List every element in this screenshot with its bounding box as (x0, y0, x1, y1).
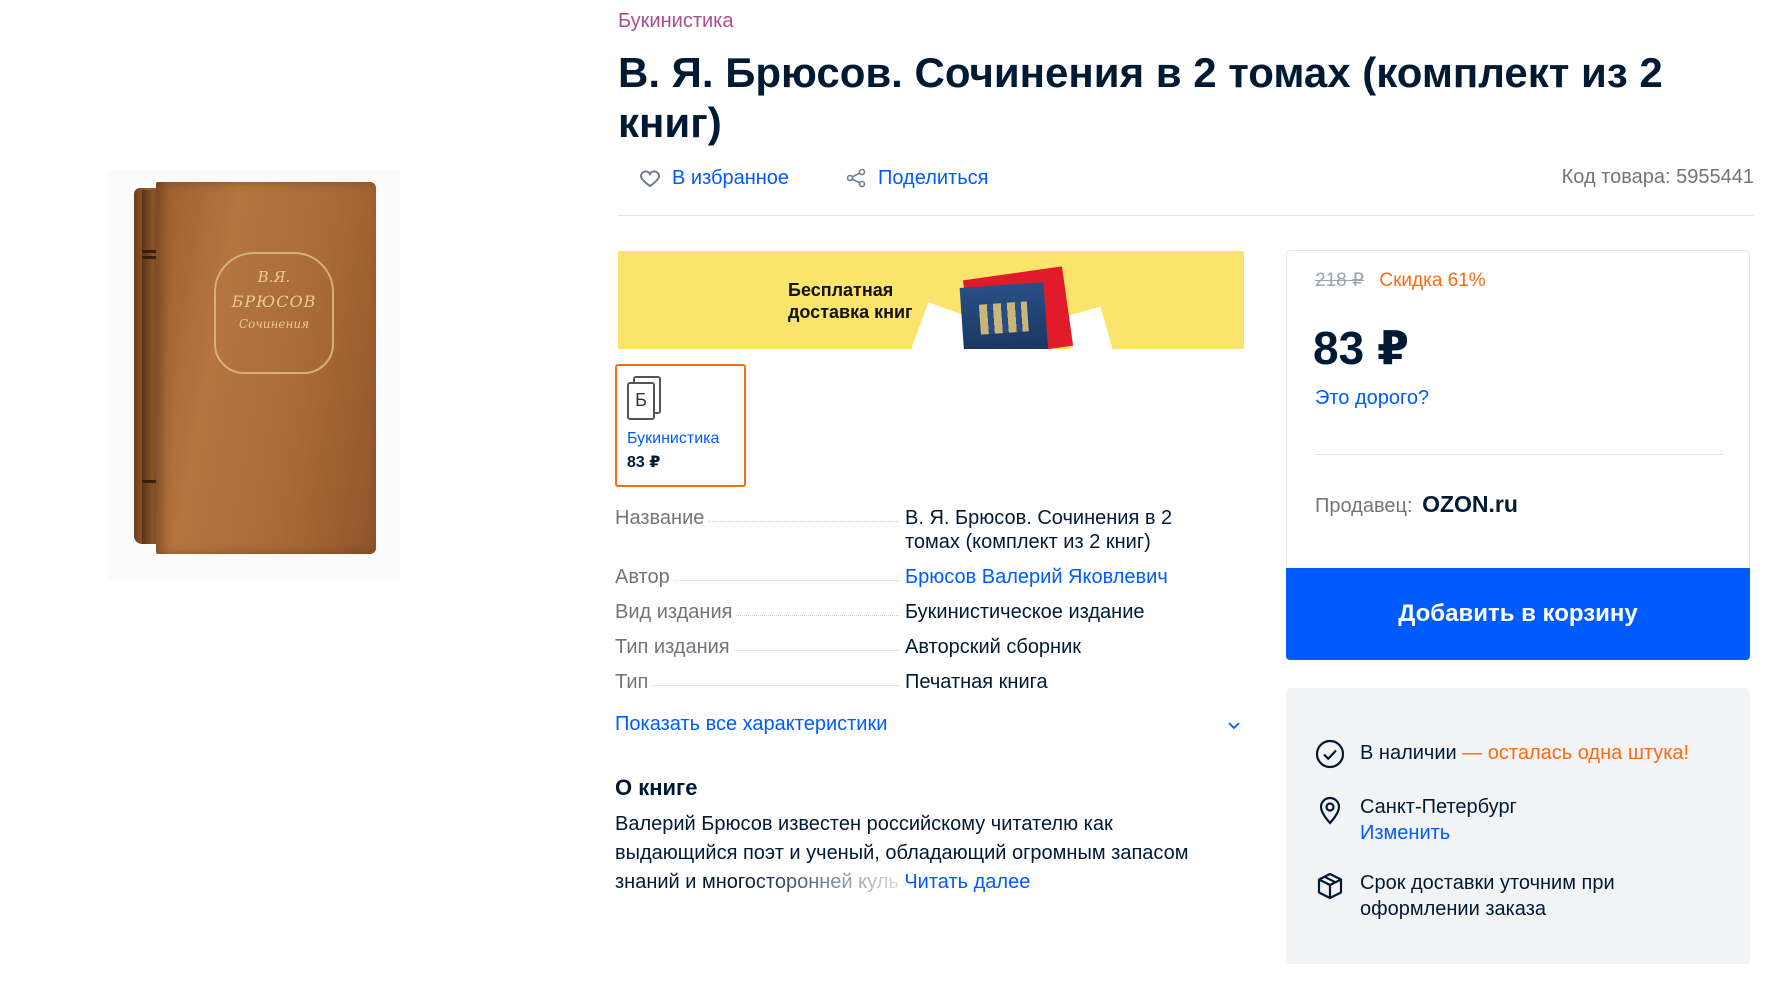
check-circle-icon (1315, 739, 1345, 769)
chevron-down-icon (1228, 721, 1240, 729)
current-price: 83 ₽ (1313, 322, 1409, 374)
show-all-characteristics-link[interactable]: Показать все характеристики (615, 713, 1241, 736)
free-delivery-banner[interactable]: Бесплатная доставка книг (618, 251, 1244, 349)
char-row: Название В. Я. Брюсов. Сочинения в 2 том… (615, 506, 1245, 554)
delivery-term-line: Срок доставки уточним при (1360, 872, 1615, 894)
product-image[interactable]: В.Я. БРЮСОВ Сочинения (108, 170, 400, 580)
about-line: Валерий Брюсов известен российскому чита… (615, 813, 1113, 835)
char-row: Тип издания Авторский сборник (615, 635, 1245, 659)
price-panel: 218 ₽ Скидка 61% 83 ₽ Это дорого? Продав… (1286, 250, 1750, 660)
stock-row: В наличии — осталась одна штука! (1314, 738, 1689, 770)
char-key: Название (615, 507, 705, 529)
favorite-label: В избранное (672, 166, 790, 189)
char-value: Печатная книга (905, 671, 1048, 693)
cover-text-initials: В.Я. (257, 268, 291, 286)
read-more-link[interactable]: Читать далее (904, 871, 1030, 893)
author-link[interactable]: Брюсов Валерий Яковлевич (905, 565, 1225, 589)
favorite-button[interactable]: В избранное (638, 166, 789, 190)
divider (1315, 454, 1723, 455)
breadcrumb-category[interactable]: Букинистика (618, 10, 733, 33)
used-book-icon: Б (627, 376, 661, 422)
delivery-term-row: Срок доставки уточним при оформлении зак… (1314, 870, 1615, 922)
characteristics-list: Название В. Я. Брюсов. Сочинения в 2 том… (615, 506, 1245, 705)
too-expensive-link[interactable]: Это дорого? (1315, 387, 1429, 410)
char-value: Букинистическое издание (905, 601, 1145, 623)
char-value: Авторский сборник (905, 636, 1082, 658)
book-cover-emblem: В.Я. БРЮСОВ Сочинения (214, 252, 334, 374)
product-actions-bar: В избранное Поделиться Код товара: 59554… (618, 166, 1754, 216)
about-line-faded: знаний и многосторонней куль (615, 871, 899, 893)
char-key: Тип (615, 671, 649, 693)
banner-line2: доставка книг (788, 302, 913, 322)
show-all-label: Показать все характеристики (615, 713, 888, 735)
share-icon (846, 168, 866, 188)
char-key: Автор (615, 566, 670, 588)
seller-name-link[interactable]: OZON.ru (1422, 491, 1518, 517)
variant-price: 83 ₽ (627, 454, 661, 471)
delivery-panel: В наличии — осталась одна штука! Санкт-П… (1286, 688, 1750, 964)
add-to-cart-button[interactable]: Добавить в корзину (1286, 568, 1750, 660)
char-key: Тип издания (615, 636, 730, 658)
delivery-term-line: оформлении заказа (1360, 898, 1546, 920)
cover-text-subtitle: Сочинения (238, 317, 310, 331)
book-cover: В.Я. БРЮСОВ Сочинения (156, 182, 376, 554)
banner-text: Бесплатная доставка книг (788, 279, 913, 323)
variant-card-bukinistika[interactable]: Б Букинистика 83 ₽ (615, 364, 746, 487)
share-button[interactable]: Поделиться (844, 166, 988, 190)
seller-label: Продавец: (1315, 495, 1413, 517)
change-city-link[interactable]: Изменить (1360, 820, 1517, 846)
cover-text-name: БРЮСОВ (231, 292, 317, 311)
char-value: В. Я. Брюсов. Сочинения в 2 томах (компл… (905, 507, 1173, 553)
about-book-text: Валерий Брюсов известен российскому чита… (615, 810, 1245, 897)
char-key: Вид издания (615, 601, 733, 623)
old-price-row: 218 ₽ Скидка 61% (1315, 269, 1486, 292)
page-title: В. Я. Брюсов. Сочинения в 2 томах (компл… (618, 49, 1663, 146)
stock-note: — осталась одна штука! (1456, 742, 1690, 764)
used-book-icon-letter: Б (627, 382, 655, 420)
seller-info: Продавец: OZON.ru (1315, 491, 1518, 518)
package-box-icon (1317, 872, 1343, 900)
sku-code: Код товара: 5955441 (1561, 166, 1754, 188)
stock-status: В наличии (1360, 742, 1457, 764)
banner-book-blue (959, 282, 1049, 349)
discount-badge: Скидка 61% (1379, 270, 1486, 291)
variant-label: Букинистика (627, 430, 720, 447)
about-book-heading: О книге (615, 775, 698, 800)
heart-icon (639, 170, 661, 188)
char-row: Тип Печатная книга (615, 670, 1245, 694)
banner-line1: Бесплатная (788, 280, 894, 300)
delivery-city: Санкт-Петербург (1360, 796, 1517, 818)
about-line: выдающийся поэт и ученый, обладающий огр… (615, 842, 1189, 864)
share-label: Поделиться (878, 166, 989, 189)
char-row: Вид издания Букинистическое издание (615, 600, 1245, 624)
char-row: Автор Брюсов Валерий Яковлевич (615, 565, 1245, 589)
location-row: Санкт-Петербург Изменить (1314, 794, 1517, 846)
about-line: знаний и многосторонней куль Читать дале… (615, 868, 1245, 897)
old-price: 218 ₽ (1315, 270, 1365, 291)
location-pin-icon (1319, 796, 1341, 825)
